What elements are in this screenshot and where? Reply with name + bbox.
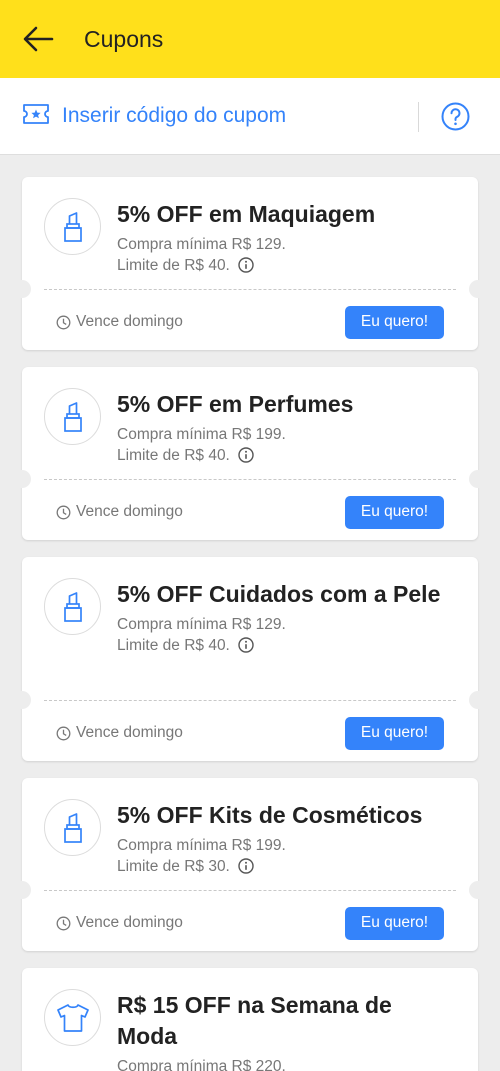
coupon-title: 5% OFF Kits de Cosméticos <box>117 802 423 828</box>
coupon-limit: Limite de R$ 40. <box>117 257 230 274</box>
coupon-info: 5% OFF Cuidados com a Pele Compra mínima… <box>117 579 458 659</box>
coupon-info: 5% OFF em Perfumes Compra mínima R$ 199.… <box>117 389 458 469</box>
insert-coupon-code-link[interactable]: Inserir código do cupom <box>22 103 286 130</box>
coupon-info: 5% OFF em Maquiagem Compra mínima R$ 129… <box>117 199 458 279</box>
coupon-expiry: Vence domingo <box>56 914 183 932</box>
coupon-card: R$ 15 OFF na Semana de Moda Compra mínim… <box>22 968 478 1071</box>
coupon-card: 5% OFF em Perfumes Compra mínima R$ 199.… <box>13 367 487 542</box>
coupon-divider <box>13 280 487 298</box>
coupon-title: 5% OFF em Perfumes <box>117 391 354 417</box>
coupon-footer: Vence domingo Eu quero! <box>22 703 478 763</box>
coupon-info: R$ 15 OFF na Semana de Moda Compra mínim… <box>117 990 458 1071</box>
coupon-expiry: Vence domingo <box>56 724 183 742</box>
claim-coupon-button[interactable]: Eu quero! <box>345 305 444 339</box>
divider <box>418 102 419 132</box>
coupon-expiry-label: Vence domingo <box>76 503 183 520</box>
clock-icon <box>56 726 71 740</box>
coupon-card: 5% OFF Kits de Cosméticos Compra mínima … <box>13 778 487 953</box>
coupon-expiry-label: Vence domingo <box>76 914 183 931</box>
claim-coupon-button[interactable]: Eu quero! <box>345 906 444 940</box>
coupon-limit: Limite de R$ 40. <box>117 447 230 464</box>
coupon-divider <box>13 691 487 709</box>
insert-coupon-code-label: Inserir código do cupom <box>62 104 287 127</box>
coupon-expiry-label: Vence domingo <box>76 724 183 741</box>
coupon-list[interactable]: 5% OFF em Maquiagem Compra mínima R$ 129… <box>0 155 500 1071</box>
coupon-title: 5% OFF Cuidados com a Pele <box>117 581 441 607</box>
coupon-card: 5% OFF em Maquiagem Compra mínima R$ 129… <box>13 177 487 352</box>
coupon-expiry: Vence domingo <box>56 503 183 521</box>
lipstick-icon <box>44 799 101 856</box>
coupon-limit: Limite de R$ 40. <box>117 637 230 654</box>
coupon-divider <box>13 881 487 899</box>
coupon-footer: Vence domingo Eu quero! <box>22 292 478 352</box>
coupon-title: 5% OFF em Maquiagem <box>117 201 376 227</box>
lipstick-icon <box>44 198 101 255</box>
app-header: Cupons <box>0 0 500 78</box>
lipstick-icon <box>44 388 101 445</box>
coupon-divider <box>13 470 487 488</box>
claim-coupon-button[interactable]: Eu quero! <box>345 495 444 529</box>
coupon-min-purchase: Compra mínima R$ 129. <box>117 236 286 253</box>
info-icon[interactable] <box>238 858 254 880</box>
coupon-code-bar: Inserir código do cupom <box>0 78 500 155</box>
info-icon[interactable] <box>238 447 254 469</box>
ticket-star-icon <box>22 103 50 130</box>
page-title: Cupons <box>84 25 164 52</box>
lipstick-icon <box>44 578 101 635</box>
coupon-min-purchase: Compra mínima R$ 199. <box>117 426 286 443</box>
coupon-footer: Vence domingo Eu quero! <box>22 893 478 953</box>
clock-icon <box>56 315 71 329</box>
coupon-card: 5% OFF Cuidados com a Pele Compra mínima… <box>13 557 487 763</box>
coupon-footer: Vence domingo Eu quero! <box>22 482 478 542</box>
tshirt-icon <box>44 989 101 1046</box>
clock-icon <box>56 916 71 930</box>
help-circle-icon[interactable] <box>441 102 470 131</box>
coupon-expiry-label: Vence domingo <box>76 313 183 330</box>
coupon-title: R$ 15 OFF na Semana de Moda <box>117 992 392 1049</box>
coupon-limit: Limite de R$ 30. <box>117 858 230 875</box>
info-icon[interactable] <box>238 637 254 659</box>
coupon-min-purchase: Compra mínima R$ 220. <box>117 1058 286 1071</box>
clock-icon <box>56 505 71 519</box>
claim-coupon-button[interactable]: Eu quero! <box>345 716 444 750</box>
info-icon[interactable] <box>238 257 254 279</box>
coupon-min-purchase: Compra mínima R$ 199. <box>117 837 286 854</box>
back-arrow-icon[interactable] <box>18 19 58 59</box>
coupon-min-purchase: Compra mínima R$ 129. <box>117 616 286 633</box>
coupon-info: 5% OFF Kits de Cosméticos Compra mínima … <box>117 800 458 880</box>
coupon-expiry: Vence domingo <box>56 313 183 331</box>
